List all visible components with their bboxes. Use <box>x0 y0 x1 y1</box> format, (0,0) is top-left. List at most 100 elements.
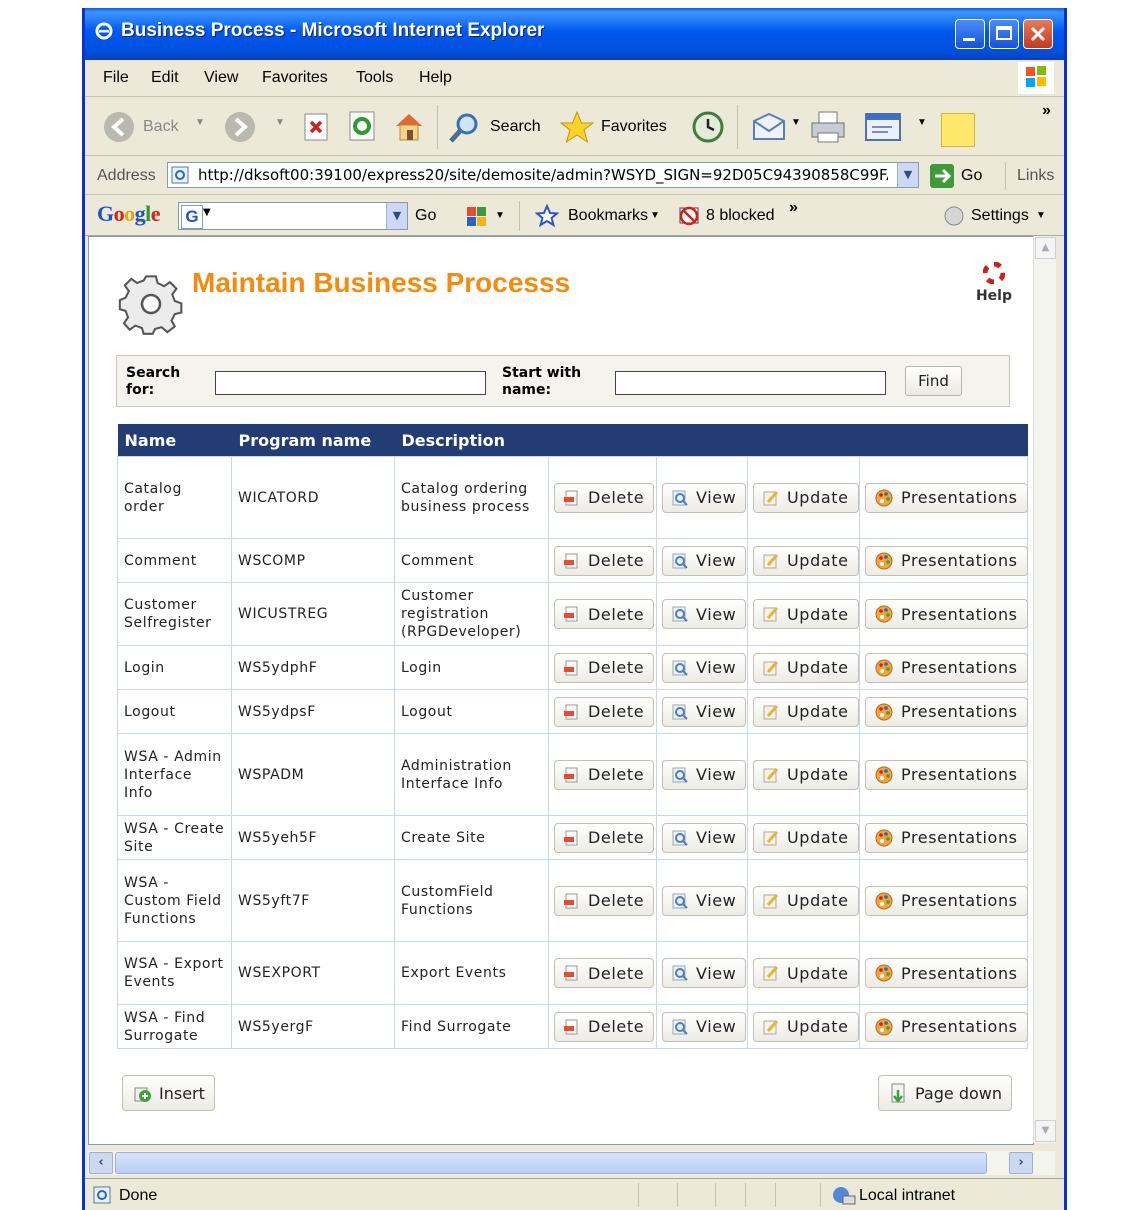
delete-button[interactable]: Delete <box>554 652 655 683</box>
minimize-button[interactable] <box>955 19 985 49</box>
favorites-star-icon[interactable] <box>559 110 595 144</box>
bookmarks-dropdown-icon[interactable]: ▼ <box>650 210 660 221</box>
back-arrow-icon[interactable] <box>103 111 135 143</box>
home-icon[interactable] <box>392 109 426 143</box>
view-button[interactable]: View <box>662 696 747 727</box>
search-for-input[interactable] <box>215 371 486 395</box>
column-header-name[interactable]: Name <box>117 424 232 457</box>
delete-button[interactable]: Delete <box>554 885 655 916</box>
toolbar-overflow-chevron[interactable]: » <box>1042 102 1051 120</box>
column-header-description[interactable]: Description <box>394 424 549 457</box>
view-button[interactable]: View <box>662 599 747 629</box>
search-icon[interactable] <box>447 111 481 145</box>
scroll-thumb[interactable] <box>115 1152 987 1174</box>
menu-favorites[interactable]: Favorites <box>262 69 328 87</box>
go-arrow-icon[interactable] <box>929 163 955 189</box>
settings-button[interactable]: Settings <box>971 207 1029 225</box>
presentations-button[interactable]: Presentations <box>865 759 1028 790</box>
google-search-input[interactable]: G ▼ ▼ <box>178 202 408 230</box>
scroll-left-arrow-icon[interactable]: ‹ <box>89 1152 113 1174</box>
presentations-button[interactable]: Presentations <box>865 652 1028 683</box>
settings-icon[interactable] <box>943 205 965 227</box>
menu-file[interactable]: File <box>103 69 129 87</box>
messenger-icon[interactable] <box>941 113 975 147</box>
favorites-label[interactable]: Favorites <box>601 118 667 136</box>
delete-button[interactable]: Delete <box>554 1011 655 1042</box>
delete-button[interactable]: Delete <box>554 958 655 988</box>
update-button[interactable]: Update <box>753 482 859 513</box>
edit-dropdown-icon[interactable]: ▼ <box>917 117 927 128</box>
google-go-button[interactable]: Go <box>415 207 436 225</box>
popup-blocker-icon[interactable] <box>677 204 701 228</box>
view-button[interactable]: View <box>662 759 747 790</box>
delete-button[interactable]: Delete <box>554 759 655 790</box>
google-overflow-chevron[interactable]: » <box>789 199 798 217</box>
forward-dropdown-icon[interactable]: ▼ <box>275 117 285 128</box>
refresh-icon[interactable] <box>348 110 378 142</box>
delete-button[interactable]: Delete <box>554 696 655 727</box>
presentations-button[interactable]: Presentations <box>865 822 1028 853</box>
presentations-button[interactable]: Presentations <box>865 599 1028 629</box>
print-icon[interactable] <box>809 109 849 145</box>
view-button[interactable]: View <box>662 822 747 853</box>
view-button[interactable]: View <box>662 545 747 576</box>
blocked-count[interactable]: 8 blocked <box>706 207 775 225</box>
bookmarks-star-icon[interactable] <box>535 204 559 228</box>
presentations-button[interactable]: Presentations <box>865 1011 1028 1042</box>
bookmarks-button[interactable]: Bookmarks <box>568 207 648 225</box>
close-button[interactable] <box>1023 19 1053 49</box>
update-button[interactable]: Update <box>753 822 859 853</box>
start-with-name-input[interactable] <box>615 371 886 395</box>
go-button[interactable]: Go <box>961 167 982 185</box>
delete-button[interactable]: Delete <box>554 482 655 513</box>
update-button[interactable]: Update <box>753 599 859 629</box>
scroll-right-arrow-icon[interactable]: › <box>1009 1152 1033 1174</box>
presentations-button[interactable]: Presentations <box>865 885 1028 916</box>
scroll-up-arrow-icon[interactable]: ▲ <box>1035 237 1056 259</box>
back-dropdown-icon[interactable]: ▼ <box>195 117 205 128</box>
history-icon[interactable] <box>691 110 725 144</box>
links-label[interactable]: Links <box>1017 167 1054 185</box>
find-button[interactable]: Find <box>905 366 962 396</box>
horizontal-scrollbar[interactable]: ‹ › <box>88 1151 1055 1175</box>
help-button[interactable]: Help <box>969 261 1019 304</box>
search-label[interactable]: Search <box>490 118 541 136</box>
menu-view[interactable]: View <box>204 69 238 87</box>
google-options-icon[interactable] <box>457 205 491 227</box>
delete-button[interactable]: Delete <box>554 545 655 576</box>
view-button[interactable]: View <box>662 885 747 916</box>
update-button[interactable]: Update <box>753 545 859 576</box>
presentations-button[interactable]: Presentations <box>865 696 1028 727</box>
settings-dropdown-icon[interactable]: ▼ <box>1036 210 1046 221</box>
vertical-scrollbar[interactable]: ▲ ▼ <box>1033 236 1056 1143</box>
update-button[interactable]: Update <box>753 1011 859 1042</box>
address-input[interactable]: http://dksoft00:39100/express20/site/dem… <box>167 162 919 188</box>
view-button[interactable]: View <box>662 958 747 988</box>
page-down-button[interactable]: Page down <box>878 1075 1012 1111</box>
menu-edit[interactable]: Edit <box>151 69 179 87</box>
google-options-dropdown-icon[interactable]: ▼ <box>495 210 505 221</box>
stop-icon[interactable] <box>303 112 331 142</box>
address-dropdown-icon[interactable]: ▼ <box>897 163 918 187</box>
update-button[interactable]: Update <box>753 696 859 727</box>
update-button[interactable]: Update <box>753 958 859 988</box>
presentations-button[interactable]: Presentations <box>865 958 1028 988</box>
menu-help[interactable]: Help <box>419 69 452 87</box>
presentations-button[interactable]: Presentations <box>865 482 1028 513</box>
back-label[interactable]: Back <box>143 118 179 136</box>
scroll-down-arrow-icon[interactable]: ▼ <box>1035 1120 1056 1142</box>
view-button[interactable]: View <box>662 652 747 683</box>
column-header-program-name[interactable]: Program name <box>231 424 395 457</box>
forward-arrow-icon[interactable] <box>224 111 256 143</box>
google-search-dropdown-icon[interactable]: ▼ <box>386 203 407 229</box>
menu-tools[interactable]: Tools <box>356 69 393 87</box>
maximize-button[interactable] <box>989 19 1019 49</box>
update-button[interactable]: Update <box>753 885 859 916</box>
view-button[interactable]: View <box>662 1011 747 1042</box>
mail-dropdown-icon[interactable]: ▼ <box>791 117 801 128</box>
google-g-dropdown-icon[interactable]: ▼ <box>203 207 211 218</box>
update-button[interactable]: Update <box>753 759 859 790</box>
insert-button[interactable]: Insert <box>122 1075 215 1111</box>
mail-icon[interactable] <box>751 111 787 143</box>
delete-button[interactable]: Delete <box>554 599 655 629</box>
